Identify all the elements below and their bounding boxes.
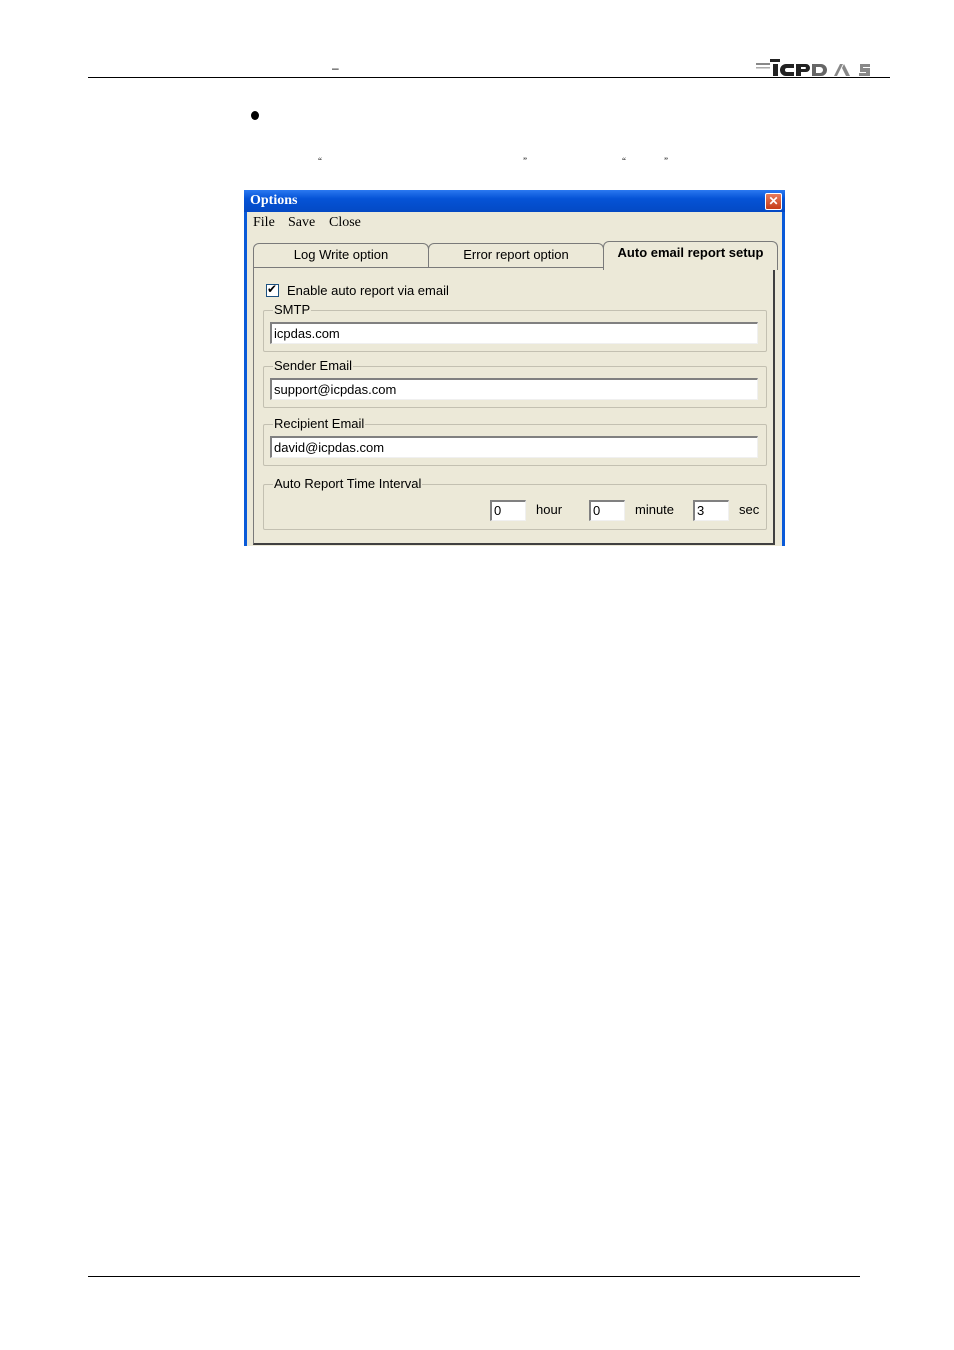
smtp-group: SMTP icpdas.com [263,302,767,352]
sender-email-group: Sender Email support@icpdas.com [263,358,767,408]
interval-label: Auto Report Time Interval [273,476,423,492]
smtp-label: SMTP [273,302,312,318]
bullet-point [251,111,259,120]
header-dash: – [332,61,339,75]
title-bar[interactable]: Options ✕ [244,190,785,212]
options-window: Options ✕ File Save Close Log Write opti… [244,190,785,546]
checkmark-icon: ✔ [267,282,278,296]
hour-unit-label: hour [536,502,563,517]
close-quote: ” [664,156,668,166]
open-quote: “ [622,156,626,166]
icpdas-logo [756,59,870,76]
minute-input[interactable]: 0 [589,500,625,521]
tab-error-report-option[interactable]: Error report option [428,243,604,268]
sec-input[interactable]: 3 [693,500,729,521]
smtp-input[interactable]: icpdas.com [270,322,758,344]
recipient-email-input[interactable]: david@icpdas.com [270,436,758,458]
hour-input[interactable]: 0 [490,500,526,521]
sender-email-label: Sender Email [273,358,354,374]
window-client: File Save Close Log Write option Error r… [247,212,782,546]
recipient-email-label: Recipient Email [273,416,366,432]
tab-panel-auto-email: ✔ Enable auto report via email SMTP icpd… [253,267,775,545]
menu-file[interactable]: File [253,215,275,231]
checkbox-box[interactable]: ✔ [266,282,279,297]
sec-unit-label: sec [739,502,760,517]
sender-email-input[interactable]: support@icpdas.com [270,378,758,400]
recipient-email-group: Recipient Email david@icpdas.com [263,416,767,466]
checkbox-label: Enable auto report via email [287,283,449,298]
close-icon: ✕ [768,194,779,208]
menu-save[interactable]: Save [288,215,315,231]
tab-log-write-option[interactable]: Log Write option [253,243,429,268]
menu-bar: File Save Close [247,212,782,233]
close-quote: ” [523,156,527,166]
open-quote: “ [318,156,322,166]
header-rule [88,77,890,78]
close-button[interactable]: ✕ [765,193,782,210]
auto-report-interval-group: Auto Report Time Interval 0 hour 0 minut… [263,476,767,530]
footer-rule [88,1276,860,1277]
minute-unit-label: minute [635,502,675,517]
enable-auto-report-checkbox[interactable]: ✔ Enable auto report via email [266,282,449,298]
tab-auto-email-report-setup[interactable]: Auto email report setup [603,241,778,270]
window-title: Options [250,193,298,208]
menu-close[interactable]: Close [329,215,361,231]
